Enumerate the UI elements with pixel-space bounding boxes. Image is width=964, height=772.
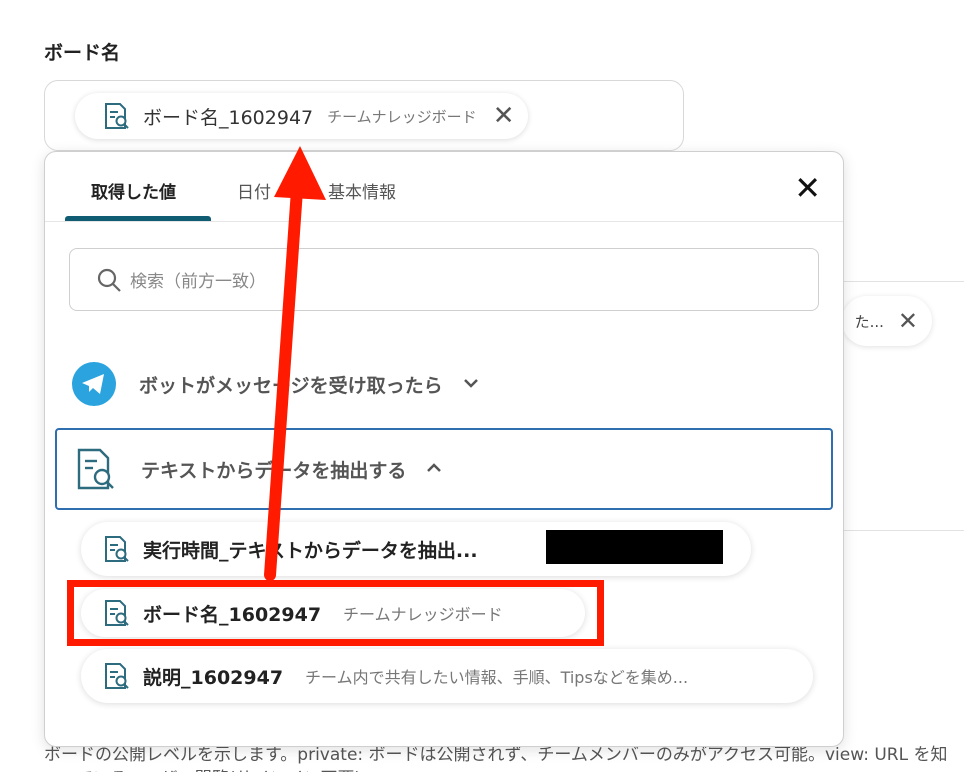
telegram-icon: [72, 362, 116, 406]
close-icon[interactable]: ✕: [794, 172, 821, 204]
document-search-icon: [105, 663, 129, 689]
selected-value-chip[interactable]: ボード名_1602947 チームナレッジボード ✕: [75, 93, 529, 139]
group-bot-message[interactable]: ボットがメッセージを受け取ったら: [71, 360, 479, 408]
chip-sub: チームナレッジボード: [327, 107, 477, 126]
item-name: 説明_1602947: [143, 666, 284, 689]
value-picker-panel: 取得した値 日付 基本情報 ✕ 検索（前方一致） ボットがメッセージを受け取った…: [44, 151, 844, 747]
field-input[interactable]: ボード名_1602947 チームナレッジボード ✕: [44, 80, 684, 151]
divider: [844, 281, 964, 282]
item-name: 実行時間_テキストからデータを抽出...: [143, 539, 478, 562]
tab-date[interactable]: 日付: [237, 178, 271, 203]
search-icon: [97, 268, 121, 292]
chip-name: ボード名_1602947: [143, 106, 314, 129]
close-icon[interactable]: ✕: [898, 307, 918, 335]
highlight-box: [67, 580, 604, 646]
item-sub: チーム内で共有したい情報、手順、Tipsなどを集め...: [305, 668, 689, 687]
group-extract-data[interactable]: テキストからデータを抽出する: [55, 428, 833, 510]
divider: [844, 530, 964, 531]
redaction-box: [546, 530, 723, 564]
document-search-icon: [105, 536, 129, 562]
document-search-icon: [77, 448, 114, 490]
tab-bar: 取得した値 日付 基本情報 ✕: [45, 152, 843, 222]
background-chip-text: た...: [854, 312, 884, 331]
tab-basic-info[interactable]: 基本情報: [328, 178, 396, 203]
chevron-up-icon: [426, 461, 442, 477]
background-chip[interactable]: た... ✕: [842, 296, 932, 346]
group-label: テキストからデータを抽出する: [141, 459, 407, 482]
group-label: ボットがメッセージを受け取ったら: [139, 374, 443, 397]
field-description-2: っているユーザー閲覧(サインイン不要): [60, 764, 361, 772]
tab-retrieved-values[interactable]: 取得した値: [91, 178, 176, 203]
active-tab-indicator: [65, 216, 211, 221]
field-label: ボード名: [44, 42, 121, 64]
chip-remove-icon[interactable]: ✕: [493, 103, 515, 129]
document-search-icon: [105, 103, 129, 129]
chevron-down-icon: [463, 376, 479, 392]
search-placeholder: 検索（前方一致）: [130, 272, 266, 292]
search-input[interactable]: 検索（前方一致）: [69, 248, 819, 311]
list-item-description[interactable]: 説明_1602947 チーム内で共有したい情報、手順、Tipsなどを集め...: [81, 649, 813, 703]
